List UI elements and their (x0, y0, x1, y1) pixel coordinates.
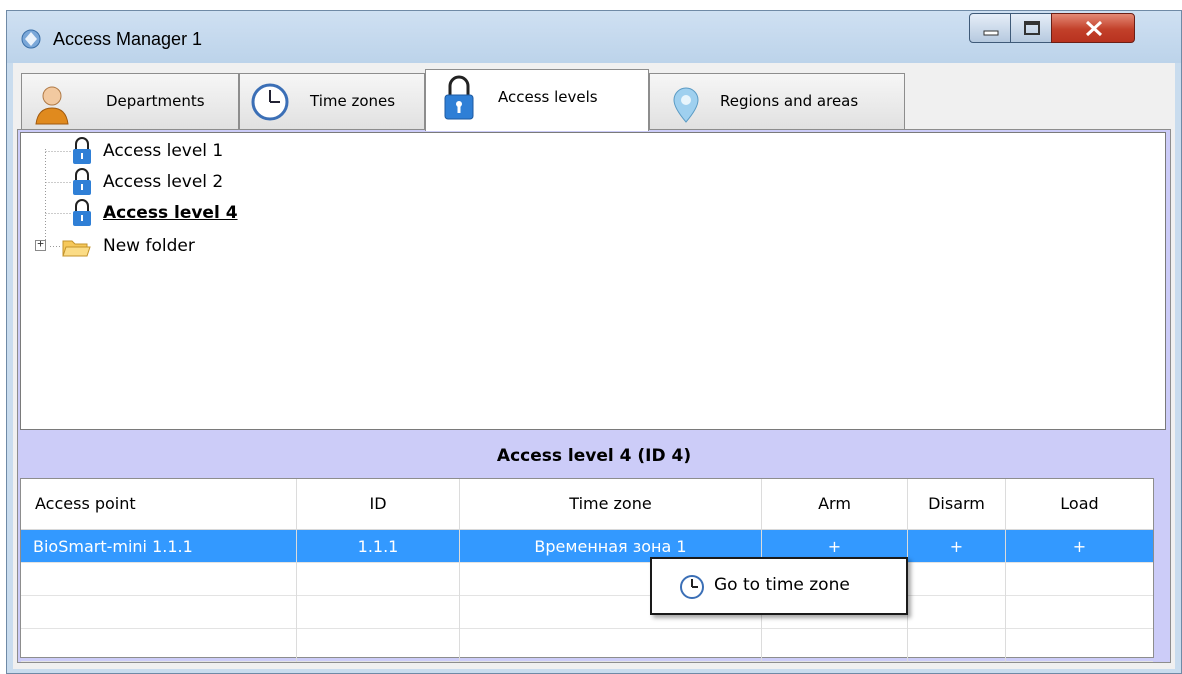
cell-id: 1.1.1 (297, 530, 460, 563)
empty-cell (21, 563, 297, 596)
tree-item-new-folder[interactable]: New folder (103, 236, 195, 256)
column-header-id[interactable]: ID (297, 479, 460, 529)
tab-label: Time zones (310, 92, 396, 110)
padlock-icon (73, 137, 91, 164)
close-button[interactable] (1051, 13, 1135, 43)
tab-label: Access levels (498, 88, 598, 106)
cell-access-point: BioSmart-mini 1.1.1 (21, 530, 297, 563)
table-row-empty[interactable] (21, 629, 1153, 662)
access-levels-panel: Access level 1 Access level 2 Access lev… (17, 129, 1171, 663)
cell-load[interactable]: + (1006, 530, 1153, 563)
tab-access-levels[interactable]: Access levels (425, 69, 649, 131)
main-window: Access Manager 1 Departments Time zones … (6, 10, 1182, 674)
map-pin-icon (673, 87, 699, 123)
title-bar[interactable]: Access Manager 1 (7, 11, 1181, 63)
empty-cell (908, 596, 1006, 629)
context-menu[interactable]: Go to time zone (650, 557, 908, 615)
column-header-time-zone[interactable]: Time zone (460, 479, 762, 529)
tab-bar: Departments Time zones Access levels Reg… (13, 63, 1175, 131)
go-to-time-zone-item[interactable]: Go to time zone (714, 575, 850, 595)
column-header-load[interactable]: Load (1006, 479, 1153, 529)
tree-item-access-level-1[interactable]: Access level 1 (103, 141, 223, 161)
empty-cell (460, 629, 762, 662)
table-row[interactable]: BioSmart-mini 1.1.1 1.1.1 Временная зона… (21, 530, 1153, 563)
tab-label: Regions and areas (720, 92, 859, 110)
tree-item-access-level-2[interactable]: Access level 2 (103, 172, 223, 192)
padlock-icon (444, 75, 474, 120)
empty-cell (297, 629, 460, 662)
access-level-tree[interactable]: Access level 1 Access level 2 Access lev… (20, 132, 1166, 430)
person-icon (35, 86, 69, 125)
column-header-arm[interactable]: Arm (762, 479, 908, 529)
table-row-empty[interactable] (21, 563, 1153, 596)
tab-departments[interactable]: Departments (21, 73, 239, 129)
client-area: Departments Time zones Access levels Reg… (13, 63, 1175, 669)
folder-icon (62, 240, 91, 257)
tab-regions-and-areas[interactable]: Regions and areas (649, 73, 905, 129)
tab-time-zones[interactable]: Time zones (239, 73, 425, 129)
detail-title: Access level 4 (ID 4) (496, 446, 692, 466)
empty-cell (762, 629, 908, 662)
clock-icon (680, 575, 704, 599)
column-header-access-point[interactable]: Access point (21, 479, 297, 529)
access-points-table[interactable]: Access point ID Time zone Arm Disarm Loa… (20, 478, 1154, 662)
maximize-icon (1024, 21, 1040, 35)
clock-icon (251, 83, 289, 121)
minimize-icon (983, 30, 999, 36)
table-header: Access point ID Time zone Arm Disarm Loa… (21, 479, 1153, 530)
plus-icon: + (37, 237, 44, 250)
tree-item-access-level-4[interactable]: Access level 4 (103, 203, 238, 223)
column-header-disarm[interactable]: Disarm (908, 479, 1006, 529)
empty-cell (297, 596, 460, 629)
empty-cell (908, 629, 1006, 662)
empty-cell (908, 563, 1006, 596)
expand-toggle[interactable]: + (35, 237, 46, 251)
padlock-icon (73, 199, 91, 226)
maximize-button[interactable] (1010, 13, 1052, 43)
padlock-icon (73, 168, 91, 195)
close-icon (1085, 20, 1103, 37)
app-icon (21, 29, 41, 49)
table-row-empty[interactable] (21, 596, 1153, 629)
empty-cell (297, 563, 460, 596)
cell-disarm[interactable]: + (908, 530, 1006, 563)
window-title: Access Manager 1 (53, 29, 203, 49)
empty-cell (21, 629, 297, 662)
tab-label: Departments (106, 92, 205, 110)
minimize-button[interactable] (969, 13, 1011, 43)
empty-cell (21, 596, 297, 629)
